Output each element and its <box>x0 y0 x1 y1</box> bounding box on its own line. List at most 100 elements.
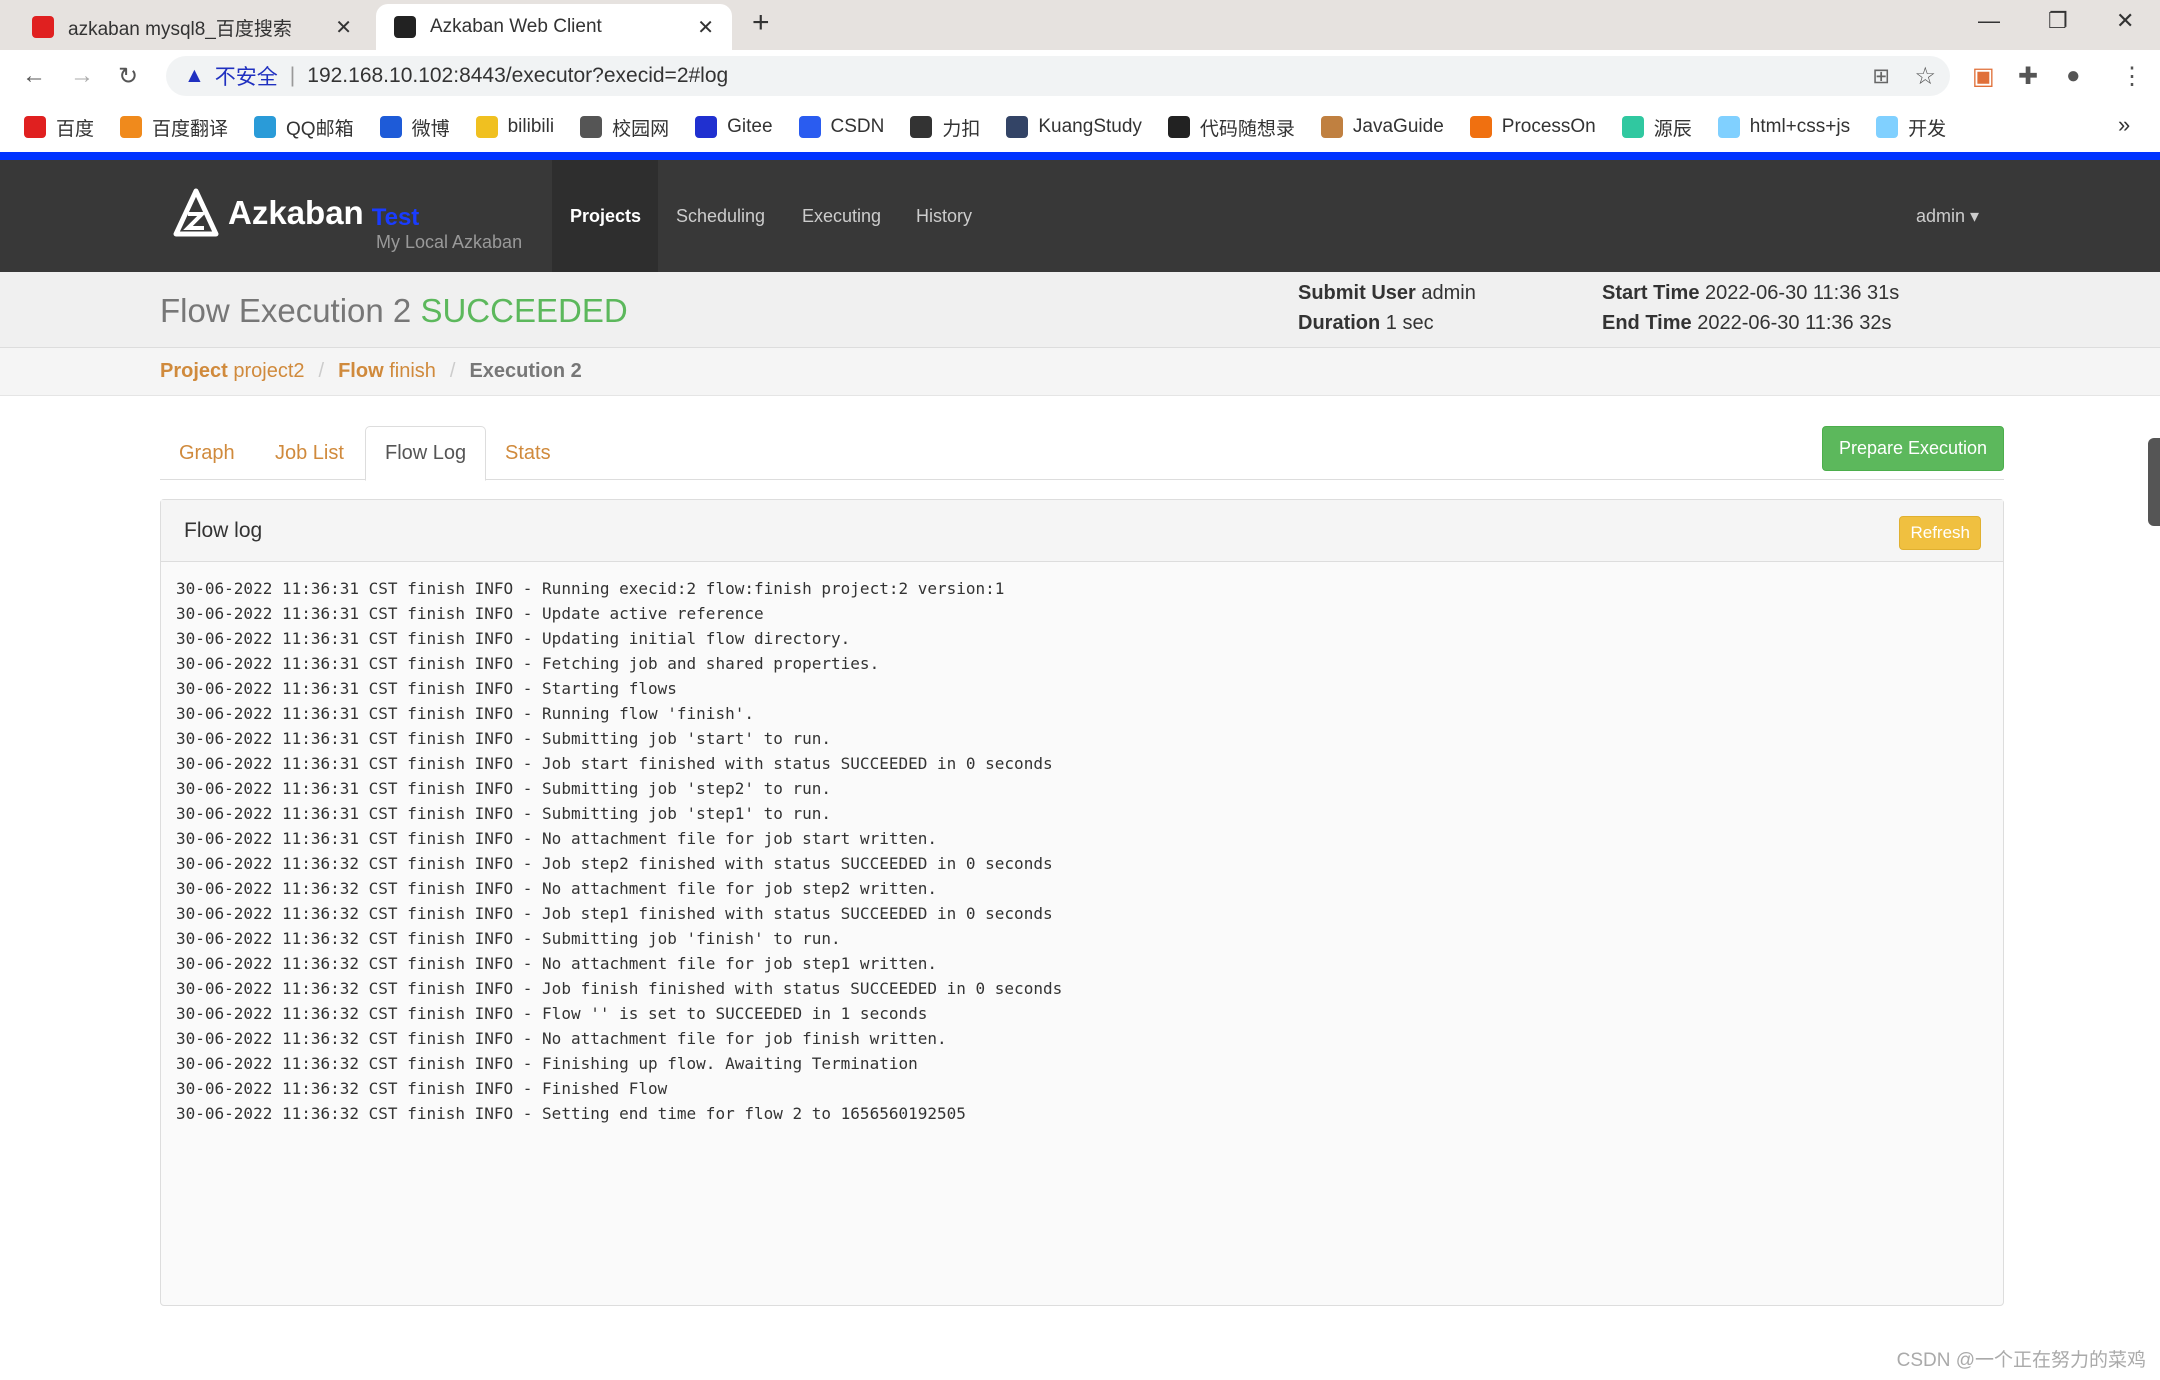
watermark: CSDN @一个正在努力的菜鸡 <box>1896 1350 2146 1371</box>
bookmark-icon <box>695 116 718 138</box>
bookmark-item[interactable]: html+css+js <box>1717 116 1851 138</box>
close-icon[interactable]: ✕ <box>697 15 714 40</box>
bookmark-item[interactable]: 开发 <box>1876 114 1946 141</box>
bookmark-item[interactable]: 代码随想录 <box>1167 114 1295 141</box>
azkaban-icon <box>394 16 416 38</box>
browser-tab-bar: azkaban mysql8_百度搜索 ✕ Azkaban Web Client… <box>0 0 2160 50</box>
breadcrumb-flow[interactable]: Flow finish <box>338 360 436 383</box>
reload-icon[interactable]: ↻ <box>118 62 138 91</box>
bookmark-item[interactable]: QQ邮箱 <box>254 114 354 141</box>
log-line: 30-06-2022 11:36:31 CST finish INFO - Ru… <box>176 579 1005 598</box>
bookmark-label: KuangStudy <box>1038 116 1142 137</box>
title-text: Flow Execution 2 <box>160 292 412 329</box>
bookmarks-more[interactable]: » <box>2118 112 2130 138</box>
tab-title: azkaban mysql8_百度搜索 <box>68 18 292 40</box>
side-scroll-handle[interactable] <box>2148 438 2160 526</box>
bookmark-item[interactable]: 力扣 <box>910 114 980 141</box>
start-time: Start Time 2022-06-30 11:36 31s <box>1602 282 1900 304</box>
breadcrumb-separator: / <box>449 360 456 382</box>
bookmark-icon <box>120 116 143 138</box>
flow-log-panel: Flow log Refresh 30-06-2022 11:36:31 CST… <box>160 499 2004 1306</box>
nav-scheduling[interactable]: Scheduling <box>658 160 783 272</box>
bookmark-item[interactable]: 源辰 <box>1621 114 1692 141</box>
bookmark-item[interactable]: ProcessOn <box>1469 116 1596 138</box>
back-icon[interactable]: ← <box>22 62 46 90</box>
log-line: 30-06-2022 11:36:32 CST finish INFO - Su… <box>176 929 841 948</box>
bookmark-item[interactable]: KuangStudy <box>1006 116 1142 138</box>
bookmark-label: html+css+js <box>1749 116 1851 137</box>
bookmark-icon <box>1469 116 1492 138</box>
profile-icon[interactable]: ● <box>2066 62 2081 90</box>
brand-logo[interactable]: Azkaban Test <box>172 188 419 238</box>
tab-graph[interactable]: Graph <box>160 426 254 481</box>
breadcrumb-separator: / <box>318 360 325 382</box>
panel-title: Flow log <box>184 518 263 542</box>
page-title: Flow Execution 2 SUCCEEDED <box>160 292 628 330</box>
bookmark-item[interactable]: Gitee <box>695 116 773 138</box>
browser-tab-active[interactable]: Azkaban Web Client ✕ <box>376 4 732 50</box>
brand-subtitle: My Local Azkaban <box>376 232 523 252</box>
new-tab-button[interactable]: + <box>752 6 770 40</box>
url-text[interactable]: 192.168.10.102:8443/executor?execid=2#lo… <box>307 64 728 88</box>
user-menu[interactable]: admin ▾ <box>1898 160 1997 272</box>
refresh-button[interactable]: Refresh <box>1899 516 1981 550</box>
log-line: 30-06-2022 11:36:31 CST finish INFO - Ru… <box>176 704 754 723</box>
tab-stats[interactable]: Stats <box>486 426 570 481</box>
execution-tabs: Graph Job List Flow Log Stats <box>160 426 2004 481</box>
bookmark-item[interactable]: JavaGuide <box>1320 116 1444 138</box>
log-line: 30-06-2022 11:36:32 CST finish INFO - Fi… <box>176 1079 668 1098</box>
browser-tab[interactable]: azkaban mysql8_百度搜索 ✕ <box>14 4 370 50</box>
log-line: 30-06-2022 11:36:32 CST finish INFO - No… <box>176 1029 947 1048</box>
tab-flow-log[interactable]: Flow Log <box>365 426 487 481</box>
address-bar-row: ← → ↻ ▲ 不安全 | 192.168.10.102:8443/execut… <box>0 50 2160 102</box>
bookmark-icon <box>24 116 46 138</box>
translate-icon[interactable]: ⊞ <box>1872 64 1890 89</box>
accent-bar <box>0 152 2160 160</box>
breadcrumb-execution: Execution 2 <box>469 360 582 382</box>
url-bar[interactable]: ▲ 不安全 | 192.168.10.102:8443/executor?exe… <box>166 56 1950 96</box>
bookmark-item[interactable]: CSDN <box>798 116 884 138</box>
panel-header: Flow log Refresh <box>161 500 2003 562</box>
bookmark-label: 源辰 <box>1653 118 1692 140</box>
bookmark-icon <box>254 116 277 138</box>
bookmark-item[interactable]: 百度翻译 <box>120 114 228 141</box>
status-badge: SUCCEEDED <box>420 292 628 329</box>
extension-icon[interactable]: ▣ <box>1972 62 1995 91</box>
log-line: 30-06-2022 11:36:32 CST finish INFO - Se… <box>176 1104 966 1123</box>
bookmark-item[interactable]: 校园网 <box>580 114 669 141</box>
bookmark-icon <box>1320 116 1343 138</box>
nav-projects[interactable]: Projects <box>552 160 658 272</box>
azkaban-logo-icon <box>173 188 219 237</box>
bookmark-item[interactable]: 微博 <box>379 114 450 141</box>
log-line: 30-06-2022 11:36:31 CST finish INFO - No… <box>176 829 937 848</box>
duration: Duration 1 sec <box>1298 312 1434 334</box>
restore-icon[interactable]: ❐ <box>2048 8 2068 34</box>
nav-history[interactable]: History <box>898 160 990 272</box>
log-line: 30-06-2022 11:36:31 CST finish INFO - Up… <box>176 604 764 623</box>
nav-executing[interactable]: Executing <box>784 160 899 272</box>
tab-title: Azkaban Web Client <box>430 16 602 37</box>
prepare-execution-button[interactable]: Prepare Execution <box>1822 426 2004 471</box>
log-line: 30-06-2022 11:36:31 CST finish INFO - Su… <box>176 804 832 823</box>
bookmark-icon <box>1167 116 1190 138</box>
log-line: 30-06-2022 11:36:31 CST finish INFO - Fe… <box>176 654 880 673</box>
bookmark-item[interactable]: 百度 <box>24 114 94 141</box>
menu-icon[interactable]: ⋮ <box>2120 62 2144 91</box>
minimize-icon[interactable]: — <box>1978 8 2000 34</box>
tab-job-list[interactable]: Job List <box>256 426 363 481</box>
submit-user: Submit User admin <box>1298 282 1476 304</box>
star-icon[interactable]: ☆ <box>1914 62 1936 91</box>
log-line: 30-06-2022 11:36:31 CST finish INFO - Up… <box>176 629 851 648</box>
log-line: 30-06-2022 11:36:32 CST finish INFO - Jo… <box>176 854 1053 873</box>
close-icon[interactable]: ✕ <box>335 15 352 40</box>
puzzle-icon[interactable]: ✚ <box>2018 62 2038 91</box>
bookmark-icon <box>1717 116 1740 138</box>
window-close-icon[interactable]: ✕ <box>2116 8 2134 34</box>
breadcrumb-project[interactable]: Project project2 <box>160 360 305 383</box>
bookmark-label: 校园网 <box>612 118 670 140</box>
bookmark-item[interactable]: bilibili <box>475 116 554 138</box>
forward-icon[interactable]: → <box>70 62 94 90</box>
log-line: 30-06-2022 11:36:31 CST finish INFO - St… <box>176 679 677 698</box>
log-line: 30-06-2022 11:36:32 CST finish INFO - Jo… <box>176 979 1063 998</box>
brand-name: Azkaban <box>228 194 364 231</box>
